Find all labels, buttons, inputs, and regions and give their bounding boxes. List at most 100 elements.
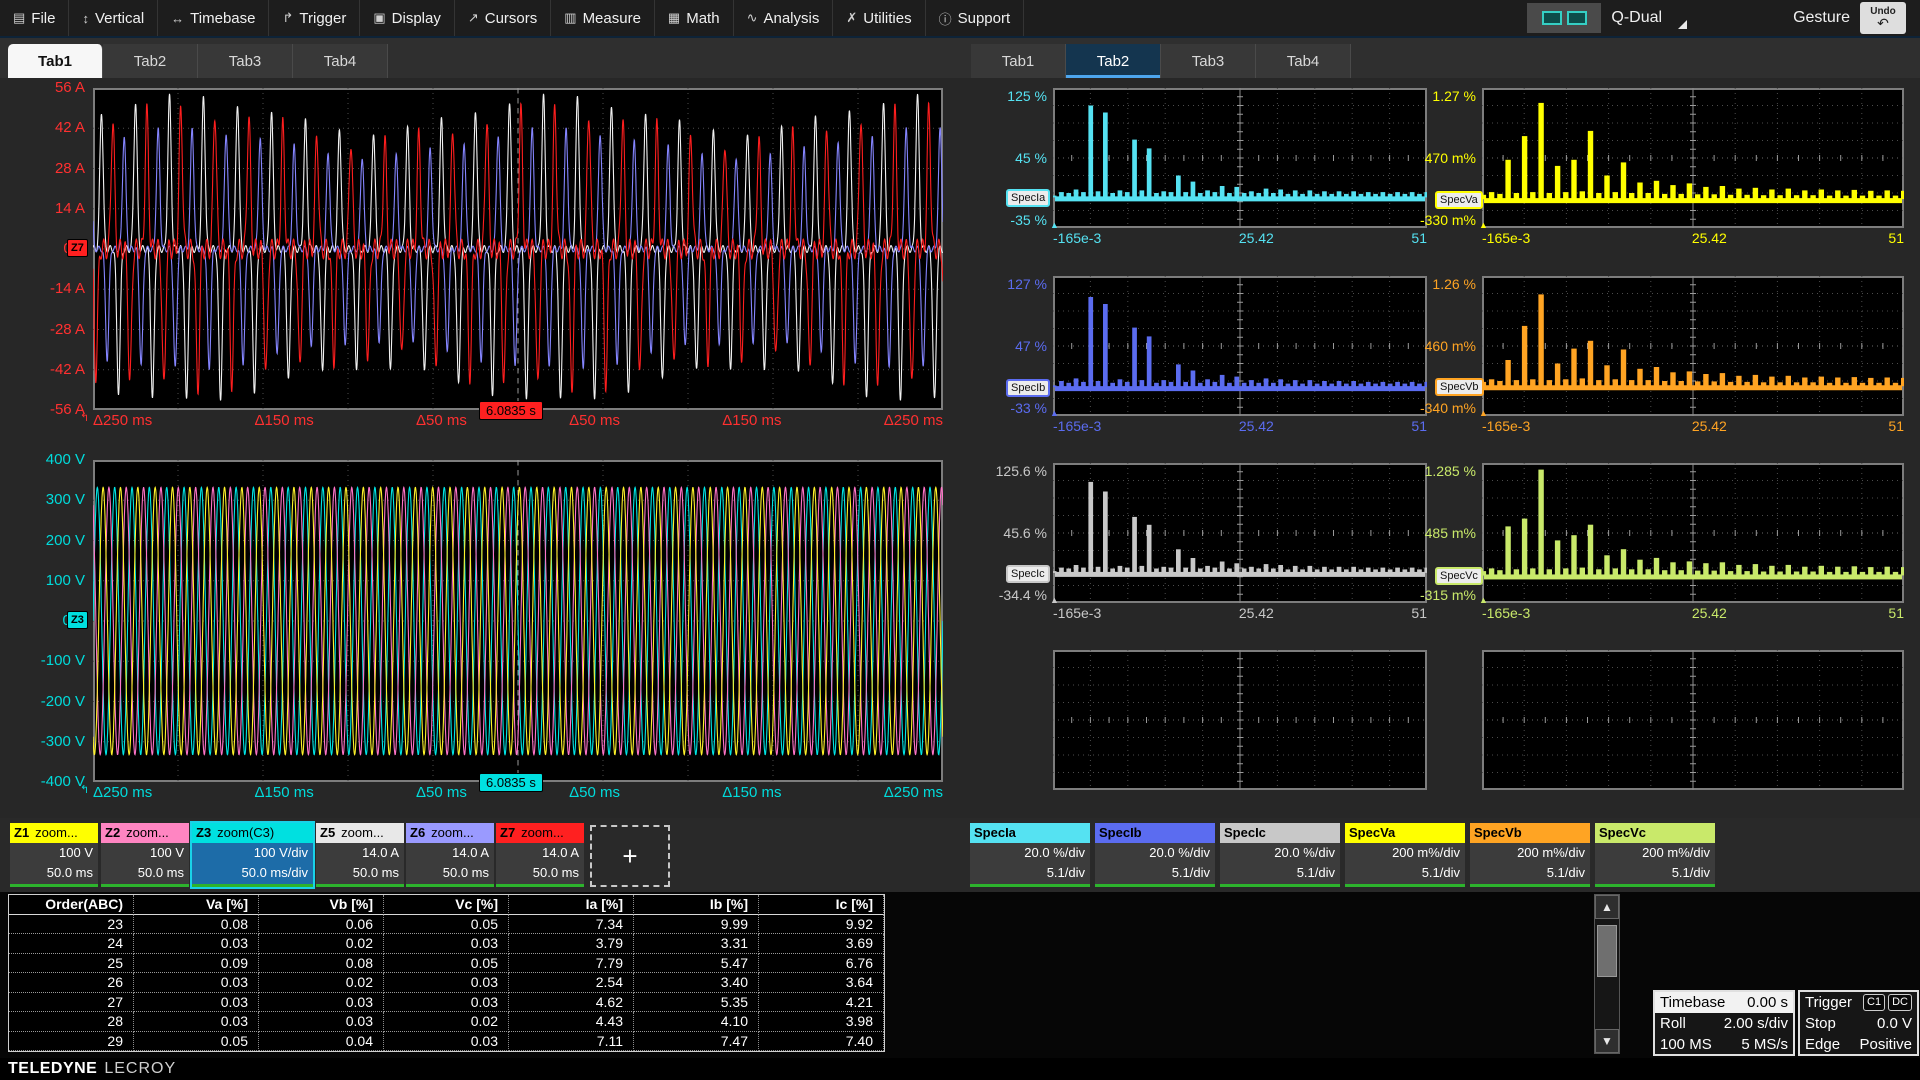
descriptor-z2[interactable]: Z2zoom...100 V50.0 ms: [101, 823, 189, 887]
y-axis-label: -56 A: [11, 400, 85, 420]
spec-y-label: 485 m%: [1394, 525, 1476, 541]
timebase-panel[interactable]: Timebase 0.00 s Roll2.00 s/div100 MS5 MS…: [1653, 990, 1795, 1056]
menu-item-label: Measure: [583, 10, 641, 27]
empty-spectrum-plot[interactable]: [1053, 650, 1427, 790]
spec-y-label: -33 %: [965, 400, 1047, 416]
spectrum-plot-specic[interactable]: [1053, 463, 1427, 603]
spec-name-badge[interactable]: SpecIb: [1006, 379, 1050, 397]
waveform-plot-z3[interactable]: [93, 460, 943, 782]
descriptor-specvc[interactable]: SpecVc200 m%/div5.1/div: [1595, 823, 1715, 887]
tab-left-tab1[interactable]: Tab1: [8, 44, 103, 78]
add-trace-button[interactable]: +: [590, 825, 670, 887]
tab-left-tab3[interactable]: Tab3: [198, 44, 293, 78]
descriptor-specva[interactable]: SpecVa200 m%/div5.1/div: [1345, 823, 1465, 887]
table-cell: 0.05: [384, 915, 509, 935]
menu-item-label: Cursors: [485, 10, 538, 27]
descriptor-specib[interactable]: SpecIb20.0 %/div5.1/div: [1095, 823, 1215, 887]
spec-y-label: 125 %: [965, 88, 1047, 104]
spectrum-plot-specvc[interactable]: [1482, 463, 1904, 603]
y-axis-label: -400 V: [11, 772, 85, 792]
descriptor-z5[interactable]: Z5zoom...14.0 A50.0 ms: [316, 823, 404, 887]
table-cell: 24: [9, 934, 134, 954]
spec-x-label: 51: [1411, 604, 1427, 622]
descriptor-vertical-scale: 200 m%/div: [1595, 843, 1715, 863]
table-cell: 3.69: [759, 934, 884, 954]
descriptor-z6[interactable]: Z6zoom...14.0 A50.0 ms: [406, 823, 494, 887]
menu-item-file[interactable]: ▤File: [0, 0, 69, 36]
spec-name-badge[interactable]: SpecVa: [1435, 191, 1483, 209]
table-cell: 25: [9, 954, 134, 974]
spectrum-plot-specia[interactable]: [1053, 88, 1427, 228]
empty-spectrum-plot[interactable]: [1482, 650, 1904, 790]
spec-name-badge[interactable]: SpecIc: [1006, 565, 1050, 583]
descriptor-id: Z1: [14, 823, 29, 843]
y-axis-label: -14 A: [11, 279, 85, 299]
tab-right-tab3[interactable]: Tab3: [1161, 44, 1256, 78]
descriptor-specic[interactable]: SpecIc20.0 %/div5.1/div: [1220, 823, 1340, 887]
zoom-position-badge[interactable]: Z7: [67, 239, 88, 257]
descriptor-z7[interactable]: Z7zoom...14.0 A50.0 ms: [496, 823, 584, 887]
menu-item-support[interactable]: ⓘSupport: [926, 0, 1025, 36]
y-axis-label: 56 A: [11, 78, 85, 98]
trigger-source-badge[interactable]: C1: [1863, 994, 1885, 1011]
descriptor-specia[interactable]: SpecIa20.0 %/div5.1/div: [970, 823, 1090, 887]
descriptor-horizontal-scale: 50.0 ms/div: [192, 863, 313, 883]
zoom-position-badge[interactable]: Z3: [67, 611, 88, 629]
table-cell: 4.21: [759, 993, 884, 1013]
qdual-mode-label[interactable]: Q-Dual: [1611, 9, 1676, 27]
timebase-offset-value: 0.00 s: [1747, 992, 1788, 1013]
menu-item-cursors[interactable]: ↗Cursors: [455, 0, 551, 36]
menu-item-trigger[interactable]: ↱Trigger: [269, 0, 360, 36]
scroll-up-button[interactable]: ▲: [1595, 895, 1619, 919]
menu-item-math[interactable]: ▦Math: [655, 0, 734, 36]
table-cell: 3.79: [509, 934, 634, 954]
menu-item-utilities[interactable]: ✗Utilities: [833, 0, 925, 36]
table-cell: 3.31: [634, 934, 759, 954]
menu-item-timebase[interactable]: ↔Timebase: [158, 0, 269, 36]
tab-left-tab4[interactable]: Tab4: [293, 44, 388, 78]
table-cell: 0.08: [259, 954, 384, 974]
trigger-label: Stop: [1805, 1013, 1836, 1034]
menu-item-measure[interactable]: ▥Measure: [551, 0, 655, 36]
descriptor-z1[interactable]: Z1zoom...100 V50.0 ms: [10, 823, 98, 887]
descriptor-id: Z5: [320, 823, 335, 843]
scrollbar-thumb[interactable]: [1597, 925, 1617, 977]
table-cell: 3.98: [759, 1012, 884, 1032]
spec-name-badge[interactable]: SpecVc: [1435, 567, 1483, 585]
menu-item-vertical[interactable]: ↕Vertical: [69, 0, 158, 36]
spec-x-label: 25.42: [1692, 604, 1727, 622]
table-cell: 4.10: [634, 1012, 759, 1032]
spectrum-plot-specva[interactable]: [1482, 88, 1904, 228]
x-axis-label: Δ50 ms: [569, 412, 620, 430]
menu-item-label: Analysis: [763, 10, 819, 27]
descriptor-header: Z6zoom...: [406, 823, 494, 843]
timebase-label: Roll: [1660, 1013, 1686, 1034]
horizontal-arrows-icon: ↔: [171, 11, 184, 26]
spec-y-label: 127 %: [965, 276, 1047, 292]
menu-item-display[interactable]: ▣Display: [360, 0, 454, 36]
dual-display-button[interactable]: [1527, 3, 1601, 33]
table-cell: 0.04: [259, 1032, 384, 1052]
descriptor-horizontal-scale: 5.1/div: [1345, 863, 1465, 883]
trigger-source-badge[interactable]: DC: [1888, 994, 1912, 1011]
waveform-plot-z7[interactable]: [93, 88, 943, 410]
tab-right-tab2[interactable]: Tab2: [1066, 44, 1161, 78]
undo-button[interactable]: Undo ↶: [1860, 2, 1906, 34]
scroll-down-button[interactable]: ▼: [1595, 1029, 1619, 1053]
spec-name-badge[interactable]: SpecVb: [1435, 378, 1484, 396]
tab-right-tab1[interactable]: Tab1: [971, 44, 1066, 78]
table-cell: 0.05: [384, 954, 509, 974]
spec-y-label: -35 %: [965, 212, 1047, 228]
trigger-panel[interactable]: Trigger C1DC Stop0.0 VEdgePositive: [1798, 990, 1919, 1056]
spectrum-plot-specib[interactable]: [1053, 276, 1427, 416]
spectrum-plot-specvb[interactable]: [1482, 276, 1904, 416]
spec-y-label: -330 m%: [1394, 212, 1476, 228]
table-scrollbar[interactable]: ▲ ▼: [1594, 894, 1620, 1054]
spec-name-badge[interactable]: SpecIa: [1006, 189, 1050, 207]
spec-y-label: 45 %: [965, 150, 1047, 166]
descriptor-z3[interactable]: Z3zoom(C3)100 V/div50.0 ms/div: [192, 823, 313, 887]
descriptor-specvb[interactable]: SpecVb200 m%/div5.1/div: [1470, 823, 1590, 887]
tab-right-tab4[interactable]: Tab4: [1256, 44, 1351, 78]
tab-left-tab2[interactable]: Tab2: [103, 44, 198, 78]
menu-item-analysis[interactable]: ∿Analysis: [734, 0, 834, 36]
